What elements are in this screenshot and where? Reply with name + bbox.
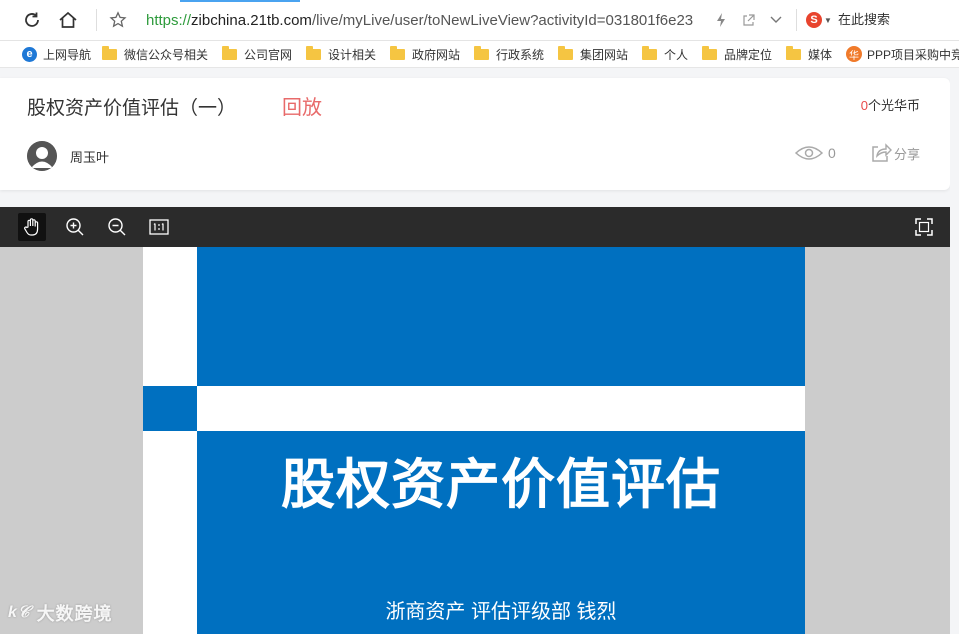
bookmark-label: 品牌定位 bbox=[724, 47, 773, 62]
search-engine-logo-icon: S bbox=[806, 12, 822, 28]
zoom-in-button[interactable] bbox=[61, 213, 89, 241]
slide-blue-square bbox=[143, 386, 197, 431]
folder-icon bbox=[558, 45, 573, 60]
bookmark-label: PPP项目采购中竞 bbox=[867, 47, 959, 62]
folder-icon bbox=[786, 45, 801, 60]
folder-icon bbox=[702, 45, 717, 60]
zoom-out-icon bbox=[108, 218, 126, 236]
toolbar-divider bbox=[96, 9, 97, 31]
folder-icon bbox=[642, 45, 657, 60]
hand-icon bbox=[24, 218, 39, 236]
address-bar[interactable]: https://zibchina.21tb.com/live/myLive/us… bbox=[146, 11, 726, 31]
bookmark-label: 上网导航 bbox=[43, 47, 92, 62]
lightning-icon[interactable] bbox=[709, 8, 733, 32]
bookmark-item[interactable]: 集团网站 bbox=[558, 45, 628, 63]
fullscreen-icon bbox=[915, 218, 933, 236]
reload-icon[interactable] bbox=[20, 8, 44, 32]
bookmark-item[interactable]: 媒体 bbox=[786, 45, 832, 63]
bookmarks-bar: e 上网导航 微信公众号相关 公司官网 设计相关 政府网站 行政系统 集团网站 个人 品牌定位 媒体… bbox=[0, 41, 959, 68]
folder-icon bbox=[390, 45, 405, 60]
search-input[interactable]: 在此搜索 bbox=[838, 11, 890, 29]
watermark-logo-icon: k𝒞 bbox=[8, 604, 31, 621]
browser-toolbar: https://zibchina.21tb.com/live/myLive/us… bbox=[0, 0, 959, 41]
caret-down-icon: ▼ bbox=[824, 15, 832, 25]
bookmark-label: 微信公众号相关 bbox=[124, 47, 209, 62]
folder-icon bbox=[474, 45, 489, 60]
tab-accent-line bbox=[180, 0, 300, 2]
avatar[interactable] bbox=[27, 141, 57, 171]
bookmark-label: 媒体 bbox=[808, 47, 833, 62]
eye-icon bbox=[795, 146, 823, 160]
replay-status[interactable]: 回放 bbox=[282, 96, 322, 120]
bookmark-label: 行政系统 bbox=[496, 47, 545, 62]
author-name[interactable]: 周玉叶 bbox=[70, 147, 109, 166]
bookmark-item[interactable]: 华 PPP项目采购中竞 bbox=[846, 45, 959, 63]
chevron-down-icon[interactable] bbox=[764, 8, 788, 32]
presentation-slide: 股权资产价值评估 浙商资产 评估评级部 钱烈 bbox=[143, 247, 805, 634]
slide-blue-band-top bbox=[197, 247, 805, 386]
coins-label: 个光华币 bbox=[867, 98, 920, 113]
bookmark-item[interactable]: 微信公众号相关 bbox=[102, 45, 208, 63]
folder-icon bbox=[102, 45, 117, 60]
bookmark-item[interactable]: 个人 bbox=[642, 45, 688, 63]
folder-icon bbox=[306, 45, 321, 60]
slide-subtitle: 浙商资产 评估评级部 钱烈 bbox=[385, 601, 617, 623]
home-icon[interactable] bbox=[56, 8, 80, 32]
watermark: k𝒞 大数跨境 bbox=[8, 600, 113, 626]
share-button[interactable]: 分享 bbox=[870, 143, 920, 163]
live-title: 股权资产价值评估（一） bbox=[27, 98, 237, 119]
bookmark-label: 政府网站 bbox=[412, 47, 461, 62]
bookmark-label: 集团网站 bbox=[580, 47, 629, 62]
page-right-margin bbox=[950, 78, 959, 634]
fullscreen-button[interactable] bbox=[910, 213, 938, 241]
bookmark-label: 公司官网 bbox=[244, 47, 293, 62]
zoom-out-button[interactable] bbox=[103, 213, 131, 241]
live-info-card: 股权资产价值评估（一） 回放 0个光华币 周玉叶 0 分享 bbox=[0, 78, 950, 190]
bookmark-item[interactable]: 政府网站 bbox=[390, 45, 460, 63]
url-path: /live/myLive/user/toNewLiveView?activity… bbox=[311, 12, 694, 29]
pan-hand-button[interactable] bbox=[18, 213, 46, 241]
watermark-text: 大数跨境 bbox=[36, 604, 113, 624]
coins-count: 0 bbox=[860, 98, 868, 113]
coins-counter: 0个光华币 bbox=[861, 95, 920, 114]
bookmark-item[interactable]: 行政系统 bbox=[474, 45, 544, 63]
search-engine-selector[interactable]: S ▼ bbox=[806, 10, 834, 30]
folder-icon bbox=[222, 45, 237, 60]
actual-size-button[interactable] bbox=[145, 213, 173, 241]
user-icon bbox=[27, 141, 57, 171]
bookmark-item[interactable]: 设计相关 bbox=[306, 45, 376, 63]
slide-title: 股权资产价值评估 bbox=[281, 455, 721, 515]
ie-icon: e bbox=[22, 46, 37, 62]
viewer-toolbar bbox=[0, 207, 950, 247]
hua-icon: 华 bbox=[846, 46, 862, 62]
bookmark-item[interactable]: e 上网导航 bbox=[22, 45, 91, 63]
actual-size-icon bbox=[149, 219, 169, 235]
bookmark-item[interactable]: 公司官网 bbox=[222, 45, 292, 63]
url-scheme: https:// bbox=[146, 12, 192, 29]
view-count: 0 bbox=[795, 145, 836, 161]
view-count-value: 0 bbox=[828, 145, 836, 161]
zoom-in-icon bbox=[66, 218, 84, 236]
star-icon[interactable] bbox=[106, 8, 130, 32]
slide-stage[interactable]: 股权资产价值评估 浙商资产 评估评级部 钱烈 bbox=[0, 247, 950, 634]
bookmark-label: 个人 bbox=[664, 47, 689, 62]
url-host: zibchina.21tb.com bbox=[191, 12, 312, 29]
bookmark-item[interactable]: 品牌定位 bbox=[702, 45, 772, 63]
share-page-icon[interactable] bbox=[737, 8, 761, 32]
bookmark-label: 设计相关 bbox=[328, 47, 377, 62]
toolbar-divider bbox=[796, 9, 797, 31]
share-icon bbox=[872, 143, 892, 162]
share-label: 分享 bbox=[894, 146, 921, 162]
